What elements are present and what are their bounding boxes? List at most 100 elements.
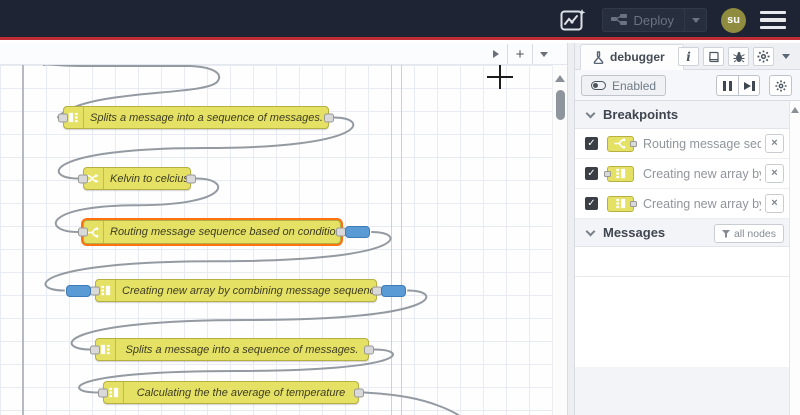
menu-button[interactable] <box>760 9 786 32</box>
plus-icon: + <box>515 45 525 63</box>
flow-node-kelvin[interactable]: Kelvin to celcius <box>78 167 196 190</box>
deploy-dropdown-button[interactable] <box>684 8 706 32</box>
messages-section-header[interactable]: Messages all nodes <box>575 219 800 247</box>
breakpoint-indicator[interactable] <box>66 284 91 297</box>
flow-node-split2[interactable]: Splits a message into a sequence of mess… <box>90 338 374 361</box>
sidebar-tabbar: debugger i <box>575 43 800 70</box>
sidebar-scrollbar[interactable] <box>789 101 800 415</box>
node-output-port[interactable] <box>324 113 334 122</box>
deploy-button[interactable]: Deploy <box>601 8 707 32</box>
flow-node-avg[interactable]: Calculating the the average of temperatu… <box>98 381 364 404</box>
breakpoint-label: Creating new array by combining message … <box>643 166 761 181</box>
canvas-scrollbar[interactable] <box>552 65 567 415</box>
remove-breakpoint-button[interactable]: × <box>765 194 784 213</box>
switch-node-icon <box>87 226 99 238</box>
debug-button[interactable] <box>728 47 749 66</box>
node-input-port[interactable] <box>90 345 100 354</box>
enable-label: Enabled <box>612 78 657 93</box>
book-icon <box>708 51 719 62</box>
node-mini-icon <box>607 195 637 212</box>
remove-breakpoint-button[interactable]: × <box>765 134 784 153</box>
node-label: Splits a message into a sequence of mess… <box>125 343 359 356</box>
funnel-icon <box>721 229 730 237</box>
flow-tabbar: + <box>0 43 567 65</box>
breakpoint-label: Routing message sequence based on condit… <box>643 136 761 151</box>
split-node-icon <box>100 344 110 355</box>
chevron-down-icon <box>691 17 700 23</box>
sidebar: debugger i Enabled Breakpoints ✓ Routing… <box>575 43 800 415</box>
breakpoint-checkbox[interactable]: ✓ <box>585 197 598 210</box>
breakpoint-label: Creating new array by combining message … <box>643 196 761 211</box>
join-node-icon <box>109 387 119 398</box>
assistant-icon[interactable] <box>558 7 588 33</box>
remove-breakpoint-button[interactable]: × <box>765 164 784 183</box>
deploy-nodes-icon <box>610 14 627 26</box>
app-header: Deploy su <box>0 0 800 40</box>
node-input-port[interactable] <box>58 113 68 122</box>
pause-button[interactable] <box>716 75 738 96</box>
flow-canvas[interactable]: Splits a message into a sequence of mess… <box>0 65 552 415</box>
docs-button[interactable] <box>703 47 724 66</box>
node-input-port[interactable] <box>98 388 108 397</box>
node-red-app: Deploy su + Splits a message into a sequ… <box>0 0 800 415</box>
triangle-right-icon <box>493 50 499 58</box>
breakpoint-checkbox[interactable]: ✓ <box>585 137 598 150</box>
flow-list-button[interactable] <box>533 44 555 64</box>
flask-icon <box>593 50 604 64</box>
workspace: + Splits a message into a sequence of me… <box>0 43 567 415</box>
node-input-port[interactable] <box>78 227 88 237</box>
mini-port <box>630 200 637 207</box>
change-node-icon <box>87 173 99 184</box>
node-label: Calculating the the average of temperatu… <box>136 386 346 399</box>
flow-node-split1[interactable]: Splits a message into a sequence of mess… <box>58 106 334 129</box>
mini-port <box>630 140 637 147</box>
messages-background <box>575 367 800 415</box>
debugger-body: Breakpoints ✓ Routing message sequence b… <box>575 101 800 415</box>
node-mini-icon <box>604 165 634 182</box>
flow-node-join1[interactable]: Creating new array by combining message … <box>66 279 406 302</box>
scrollbar-thumb[interactable] <box>555 90 565 120</box>
user-avatar[interactable]: su <box>721 7 746 33</box>
messages-empty-area <box>575 247 800 277</box>
node-input-port[interactable] <box>78 174 88 183</box>
breakpoint-indicator[interactable] <box>345 226 370 238</box>
breakpoint-row: ✓ Creating new array by combining messag… <box>575 189 800 219</box>
breakpoint-indicator[interactable] <box>381 284 406 297</box>
filter-label: all nodes <box>733 227 776 240</box>
deploy-label: Deploy <box>633 12 674 28</box>
pause-icon <box>723 80 732 91</box>
sidebar-settings-button[interactable] <box>753 47 774 66</box>
sidebar-tab-debugger[interactable]: debugger <box>580 44 684 70</box>
node-mini-icon <box>607 135 637 152</box>
node-output-port[interactable] <box>186 174 196 183</box>
node-label: Routing message sequence based on condit… <box>110 226 340 238</box>
breakpoint-checkbox[interactable]: ✓ <box>585 167 598 180</box>
sidebar-tab-label: debugger <box>610 50 665 64</box>
gear-icon <box>757 50 770 63</box>
node-output-port[interactable] <box>354 388 364 397</box>
sidebar-splitter[interactable] <box>567 43 575 415</box>
enable-toggle-button[interactable]: Enabled <box>581 75 667 96</box>
sidebar-tabs-dropdown[interactable] <box>778 47 794 66</box>
breakpoint-row: ✓ Routing message sequence based on cond… <box>575 129 800 159</box>
breakpoints-section-header[interactable]: Breakpoints <box>575 101 800 129</box>
gear-icon <box>774 79 787 92</box>
debugger-toolbar: Enabled <box>575 70 800 101</box>
add-flow-button[interactable]: + <box>507 44 533 64</box>
messages-label: Messages <box>603 225 666 240</box>
scroll-up-icon <box>791 107 799 113</box>
tab-scroll-right-button[interactable] <box>485 44 507 64</box>
join-node-icon <box>616 198 626 209</box>
debugger-settings-button[interactable] <box>769 75 792 96</box>
chevron-down-icon <box>782 54 790 59</box>
scroll-up-icon <box>555 75 565 82</box>
filter-all-nodes-button[interactable]: all nodes <box>713 224 784 243</box>
flow-node-switch1[interactable]: Routing message sequence based on condit… <box>78 220 370 244</box>
step-button[interactable] <box>738 75 760 96</box>
crosshair-cursor <box>487 76 513 78</box>
node-output-port[interactable] <box>364 345 374 354</box>
menu-icon <box>760 10 786 15</box>
info-button[interactable]: i <box>678 47 699 66</box>
chevron-down-icon <box>585 226 596 236</box>
node-input-port[interactable] <box>90 286 100 295</box>
